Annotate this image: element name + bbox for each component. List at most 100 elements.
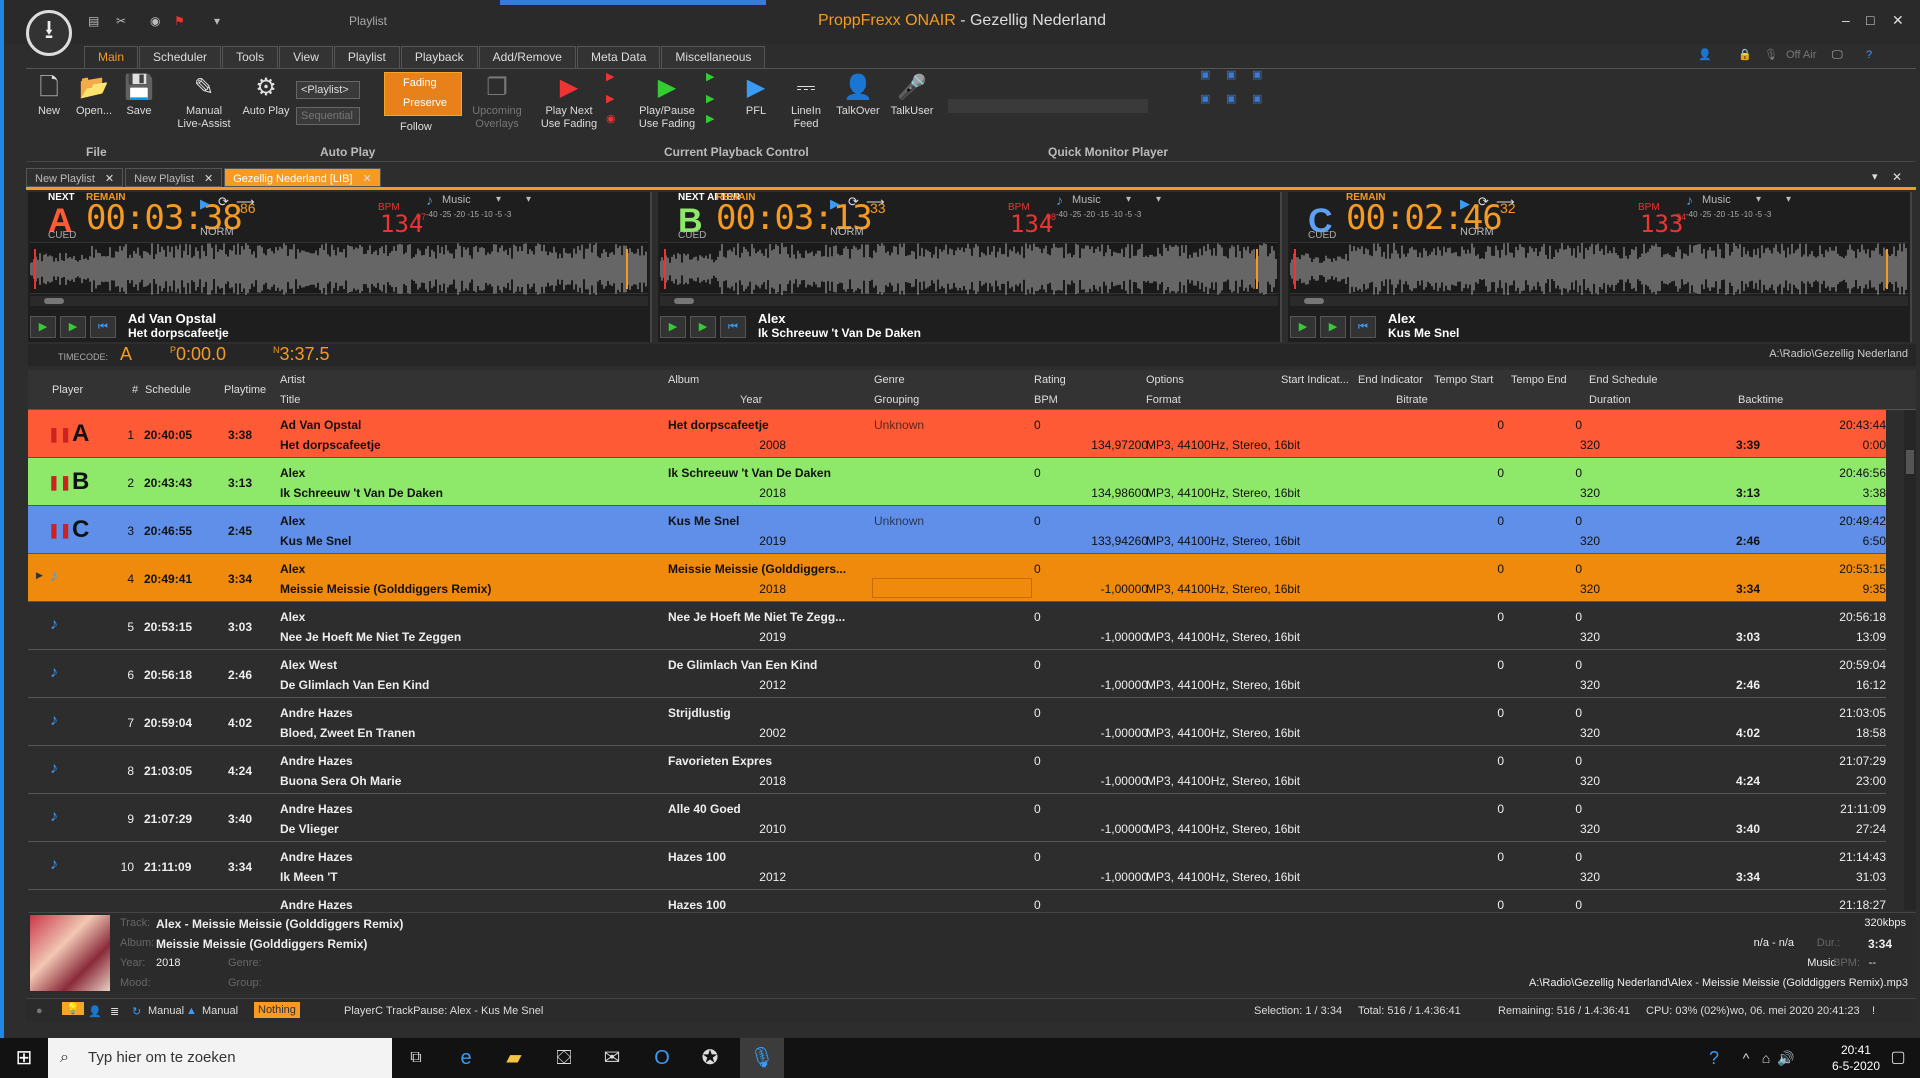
close-button[interactable]: ✕ bbox=[1892, 12, 1904, 29]
deck-arrow-icon[interactable]: ⟶ bbox=[236, 194, 255, 210]
deck-control-button[interactable]: ⏮ bbox=[1350, 316, 1376, 338]
next-c-icon[interactable]: ◉ bbox=[606, 113, 616, 126]
monitor-stop-icon[interactable]: ▣ bbox=[1252, 69, 1262, 82]
deck-control-button[interactable]: ▶ bbox=[60, 316, 86, 338]
ribbon-tab[interactable]: Tools bbox=[222, 46, 279, 68]
quick-monitor-slider[interactable] bbox=[948, 99, 1148, 113]
deck-arrow-icon[interactable]: ⟶ bbox=[1496, 194, 1515, 210]
task-view-icon[interactable]: ⧉ bbox=[402, 1044, 430, 1072]
col-grouping[interactable]: Grouping bbox=[874, 394, 919, 406]
deck-control-button[interactable]: ▶ bbox=[690, 316, 716, 338]
user-icon[interactable]: 👤 bbox=[1698, 49, 1712, 62]
taskbar-clock[interactable]: 20:41 6-5-2020 bbox=[1832, 1042, 1880, 1074]
play-next-button[interactable]: ▶ Play Next Use Fading bbox=[540, 73, 598, 131]
auto-play-button[interactable]: ⚙ Auto Play bbox=[240, 73, 292, 118]
bulb-icon[interactable]: 💡 bbox=[62, 1002, 84, 1015]
deck-scrollbar[interactable] bbox=[660, 296, 1278, 306]
col-options[interactable]: Options bbox=[1146, 374, 1184, 386]
col-schedule[interactable]: Schedule bbox=[145, 384, 191, 396]
table-row[interactable]: ♪ 8 21:03:05 4:24 Andre Hazes Buona Sera Oh M… bbox=[28, 746, 1886, 794]
col-album[interactable]: Album bbox=[668, 374, 699, 386]
table-row[interactable]: ❚❚ A 1 20:40:05 3:38 Ad Van Opstal Het dorpsca… bbox=[28, 410, 1886, 458]
deck-control-button[interactable]: ▶ bbox=[30, 316, 56, 338]
store-icon[interactable]: ⛋ bbox=[550, 1044, 578, 1072]
col-bpm[interactable]: BPM bbox=[1034, 394, 1058, 406]
deck-meter-dropdown-icon[interactable]: ▾ bbox=[526, 194, 531, 205]
grid-scroll-thumb[interactable] bbox=[1906, 450, 1914, 474]
table-row[interactable]: ♪ 5 20:53:15 3:03 Alex Nee Je Hoeft Me Niet T… bbox=[28, 602, 1886, 650]
grouping-edit-cell[interactable] bbox=[872, 578, 1032, 598]
grid-scrollbar[interactable] bbox=[1904, 410, 1916, 910]
col-end-indicator[interactable]: End Indicator bbox=[1358, 374, 1423, 386]
col-rating[interactable]: Rating bbox=[1034, 374, 1066, 386]
deck-loop-icon[interactable]: ⟳ bbox=[848, 194, 859, 210]
col-duration[interactable]: Duration bbox=[1589, 394, 1631, 406]
table-row[interactable]: ♪ ▶ 4 20:49:41 3:34 Alex Meissie Meissie (Gold… bbox=[28, 554, 1886, 602]
proppfrexx-taskbar-icon[interactable]: 🎙 bbox=[740, 1038, 784, 1078]
ribbon-tab[interactable]: Playlist bbox=[333, 46, 400, 68]
new-button[interactable]: 🗋 New bbox=[34, 73, 64, 118]
outlook-icon[interactable]: O bbox=[648, 1044, 676, 1072]
col-num[interactable]: # bbox=[132, 384, 138, 396]
explorer-icon[interactable]: ▰ bbox=[500, 1044, 528, 1072]
deck-scroll-thumb[interactable] bbox=[44, 298, 64, 304]
deck-scroll-thumb[interactable] bbox=[674, 298, 694, 304]
deck-music-dropdown-icon[interactable]: ▾ bbox=[1756, 194, 1761, 205]
deck-play-icon[interactable]: ▶ bbox=[200, 196, 210, 212]
status-manual-2[interactable]: Manual bbox=[202, 1005, 238, 1017]
deck-arrow-icon[interactable]: ⟶ bbox=[866, 194, 885, 210]
pause-icon[interactable]: ❚❚ bbox=[48, 474, 71, 491]
follow-toggle[interactable]: Follow bbox=[400, 121, 432, 134]
deck-music-dropdown-icon[interactable]: ▾ bbox=[1126, 194, 1131, 205]
sequential-select[interactable]: Sequential bbox=[296, 107, 360, 125]
help-icon[interactable]: ? bbox=[1866, 49, 1872, 62]
deck-scroll-thumb[interactable] bbox=[1304, 298, 1324, 304]
edge-icon[interactable]: e bbox=[452, 1044, 480, 1072]
monitor-ff-icon[interactable]: ▣ bbox=[1226, 93, 1236, 106]
ribbon-tab[interactable]: Playback bbox=[400, 46, 478, 68]
app-icon[interactable]: ✪ bbox=[696, 1044, 724, 1072]
deck-control-button[interactable]: ⏮ bbox=[720, 316, 746, 338]
deck-control-button[interactable]: ▶ bbox=[1320, 316, 1346, 338]
mail-icon[interactable]: ✉ bbox=[598, 1044, 626, 1072]
document-tab[interactable]: New Playlist ✕ bbox=[125, 168, 223, 187]
talkuser-button[interactable]: 🎤 TalkUser bbox=[888, 73, 936, 118]
close-tab-icon[interactable]: ✕ bbox=[105, 173, 114, 185]
playlist-select[interactable]: <Playlist> bbox=[296, 81, 360, 99]
deck-play-icon[interactable]: ▶ bbox=[830, 196, 840, 212]
pfl-button[interactable]: ▶ PFL bbox=[736, 73, 776, 118]
table-row[interactable]: ❚❚ B 2 20:43:43 3:13 Alex Ik Schreeuw 't Van D… bbox=[28, 458, 1886, 506]
taskbar-search[interactable]: ⌕ Typ hier om te zoeken bbox=[48, 1038, 392, 1078]
open-button[interactable]: 📂 Open... bbox=[74, 73, 114, 118]
upcoming-overlays-button[interactable]: ❐ Upcoming Overlays bbox=[472, 73, 522, 131]
deck-scrollbar[interactable] bbox=[1290, 296, 1908, 306]
windows-start-icon[interactable]: ⊞ bbox=[10, 1044, 38, 1072]
deck-control-button[interactable]: ⏮ bbox=[90, 316, 116, 338]
app-menu-orb-icon[interactable]: ⭳ bbox=[26, 10, 72, 56]
save-button[interactable]: 💾 Save bbox=[124, 73, 154, 118]
stack-icon[interactable]: ≣ bbox=[110, 1005, 119, 1018]
col-format[interactable]: Format bbox=[1146, 394, 1181, 406]
col-tempo-end[interactable]: Tempo End bbox=[1511, 374, 1567, 386]
deck-music-dropdown-icon[interactable]: ▾ bbox=[496, 194, 501, 205]
deck-loop-icon[interactable]: ⟳ bbox=[218, 194, 229, 210]
col-end-schedule[interactable]: End Schedule bbox=[1589, 374, 1658, 386]
lock-icon[interactable]: 🔒 bbox=[1738, 49, 1752, 62]
document-tab[interactable]: Gezellig Nederland [LIB] ✕ bbox=[224, 168, 381, 187]
col-tempo-start[interactable]: Tempo Start bbox=[1434, 374, 1493, 386]
deck-waveform[interactable] bbox=[1289, 242, 1908, 295]
deck-waveform[interactable] bbox=[659, 242, 1278, 295]
refresh-icon[interactable]: ↻ bbox=[132, 1005, 141, 1018]
monitor-eject-icon[interactable]: ▣ bbox=[1252, 93, 1262, 106]
deck-scrollbar[interactable] bbox=[30, 296, 648, 306]
col-player[interactable]: Player bbox=[52, 384, 83, 396]
mic-icon[interactable]: 🎙 bbox=[1764, 49, 1778, 62]
monitor-pause-icon[interactable]: ▣ bbox=[1226, 69, 1236, 82]
table-row[interactable]: ♪ 7 20:59:04 4:02 Andre Hazes Bloed, Zweet En… bbox=[28, 698, 1886, 746]
next-b-icon[interactable]: ▶ bbox=[606, 93, 614, 106]
col-backtime[interactable]: Backtime bbox=[1738, 394, 1783, 406]
ribbon-tab[interactable]: Main bbox=[84, 46, 139, 68]
deck-meter-dropdown-icon[interactable]: ▾ bbox=[1156, 194, 1161, 205]
table-row[interactable]: Andre Hazes Hazes 100 0 0 0 21:18:27 bbox=[28, 890, 1886, 910]
deck-meter-dropdown-icon[interactable]: ▾ bbox=[1786, 194, 1791, 205]
